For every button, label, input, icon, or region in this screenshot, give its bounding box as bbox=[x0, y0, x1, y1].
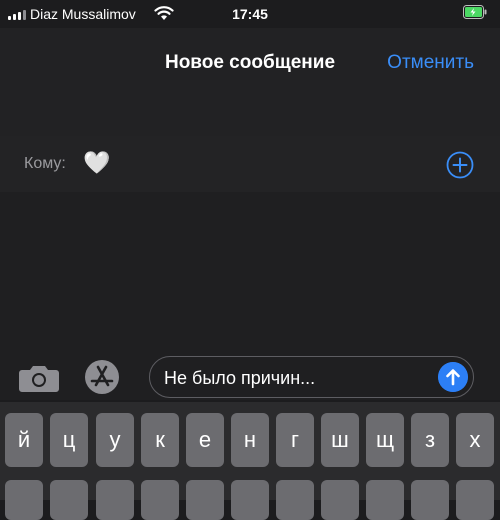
key[interactable]: ш bbox=[321, 413, 359, 467]
key[interactable]: ц bbox=[50, 413, 88, 467]
camera-icon[interactable] bbox=[18, 363, 60, 393]
status-bar: Diaz Mussalimov 17:45 bbox=[0, 0, 500, 28]
key-partial[interactable] bbox=[50, 480, 88, 520]
key-partial[interactable] bbox=[276, 480, 314, 520]
battery-charging-icon bbox=[463, 5, 487, 19]
app-store-icon[interactable] bbox=[84, 359, 120, 395]
key[interactable]: у bbox=[96, 413, 134, 467]
key-partial[interactable] bbox=[231, 480, 269, 520]
add-contact-button[interactable] bbox=[446, 151, 474, 179]
key-partial[interactable] bbox=[141, 480, 179, 520]
clock: 17:45 bbox=[232, 6, 268, 22]
recipient-row[interactable]: Кому: 🤍 bbox=[0, 136, 500, 192]
recipient-label: Кому: bbox=[24, 155, 66, 172]
recipient-token[interactable]: 🤍 bbox=[83, 150, 110, 176]
key[interactable]: е bbox=[186, 413, 224, 467]
key-partial[interactable] bbox=[366, 480, 404, 520]
key[interactable]: х bbox=[456, 413, 494, 467]
key[interactable]: к bbox=[141, 413, 179, 467]
message-input-text: Не было причин... bbox=[164, 368, 316, 388]
key[interactable]: н bbox=[231, 413, 269, 467]
key-partial[interactable] bbox=[186, 480, 224, 520]
key[interactable]: щ bbox=[366, 413, 404, 467]
send-button[interactable] bbox=[438, 362, 468, 392]
message-thread-area bbox=[0, 192, 500, 352]
key-partial[interactable] bbox=[96, 480, 134, 520]
key[interactable]: з bbox=[411, 413, 449, 467]
cancel-button[interactable]: Отменить bbox=[387, 52, 474, 74]
navigation-bar bbox=[0, 28, 500, 136]
key-partial[interactable] bbox=[456, 480, 494, 520]
key[interactable]: й bbox=[5, 413, 43, 467]
key[interactable]: г bbox=[276, 413, 314, 467]
key-partial[interactable] bbox=[5, 480, 43, 520]
key-partial[interactable] bbox=[411, 480, 449, 520]
key-partial[interactable] bbox=[321, 480, 359, 520]
